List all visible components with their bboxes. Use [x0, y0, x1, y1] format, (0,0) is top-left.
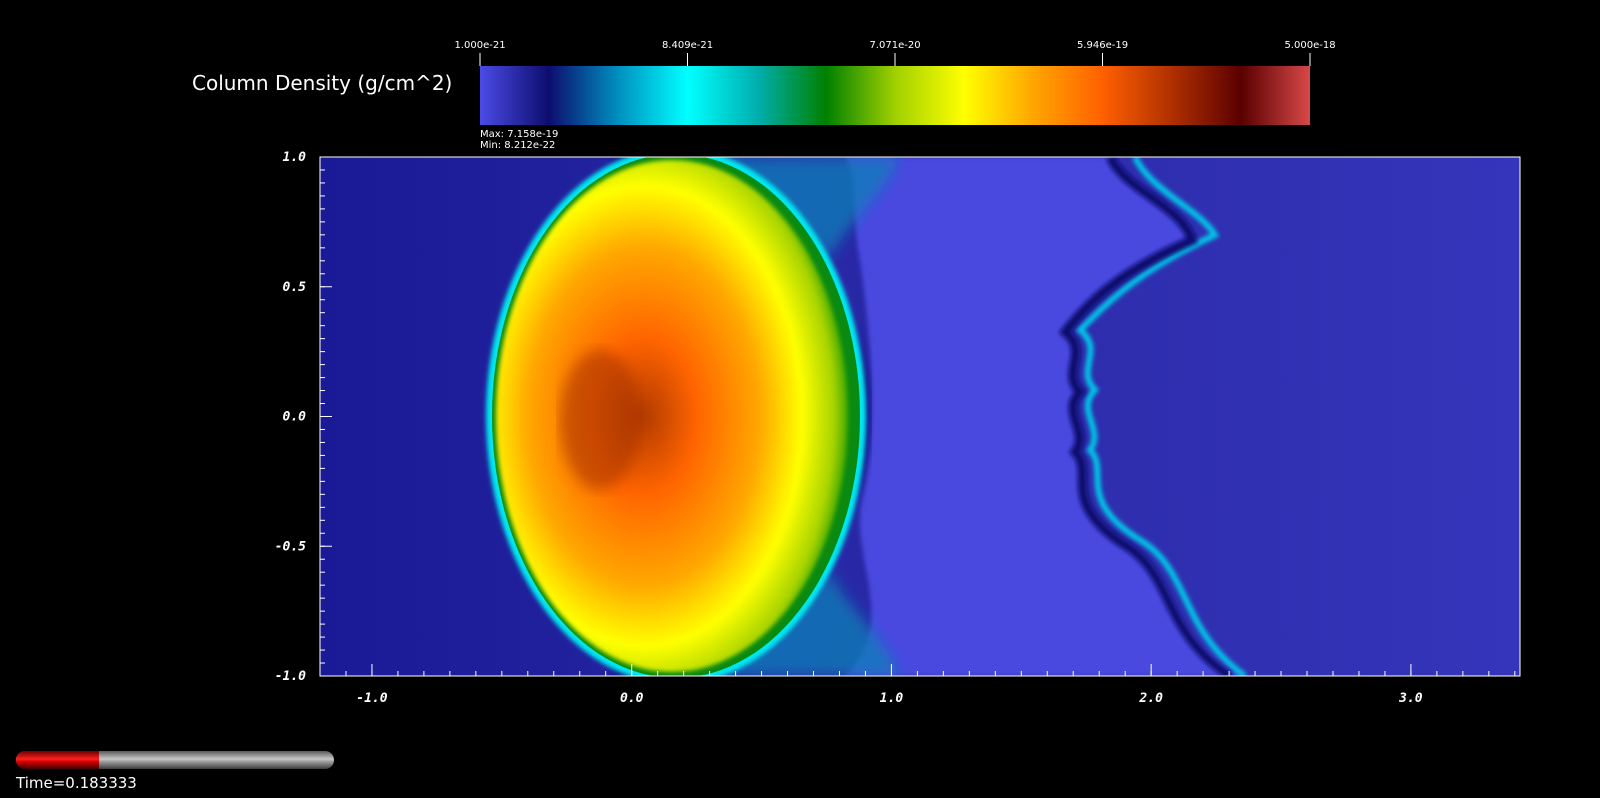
- colorbar-tick-label: 1.000e-21: [454, 40, 506, 51]
- colorbar-max-label: Max: 7.158e-19: [480, 129, 559, 140]
- cloud-core: [496, 160, 848, 672]
- time-label: Time=0.183333: [16, 774, 137, 792]
- y-tick-label: 1.0: [283, 150, 307, 165]
- colorbar-tick-label: 8.409e-21: [661, 40, 714, 51]
- colorbar-gradient: [480, 66, 1310, 125]
- y-tick-label: 0.5: [283, 280, 307, 295]
- time-progress-fill: [16, 751, 99, 769]
- plot-viewer: -1.0 0.0 1.0 2.0 3.0 1.0 0.5 0.0 -0.5 -1.0: [275, 53, 1521, 706]
- x-tick-label: 1.0: [880, 691, 904, 706]
- colorbar-title: Column Density (g/cm^2): [192, 71, 453, 95]
- y-tick-label: 0.0: [283, 410, 307, 425]
- colorbar-tick-label: 5.000e-18: [1284, 40, 1336, 51]
- time-progress-bar: [16, 751, 334, 769]
- y-tick-label: -1.0: [275, 669, 306, 684]
- colorbar-tick-label: 7.071e-20: [869, 40, 921, 51]
- y-tick-label: -0.5: [275, 539, 306, 554]
- x-tick-label: 0.0: [620, 691, 644, 706]
- colorbar: [479, 53, 1311, 125]
- x-tick-label: -1.0: [356, 691, 387, 706]
- colorbar-min-label: Min: 8.212e-22: [480, 140, 556, 151]
- cloud-peak: [560, 350, 640, 490]
- colorbar-tick-label: 5.946e-19: [1076, 40, 1129, 51]
- heatmap-field: [320, 157, 1520, 676]
- x-tick-label: 3.0: [1398, 691, 1423, 706]
- x-tick-label: 2.0: [1138, 691, 1163, 706]
